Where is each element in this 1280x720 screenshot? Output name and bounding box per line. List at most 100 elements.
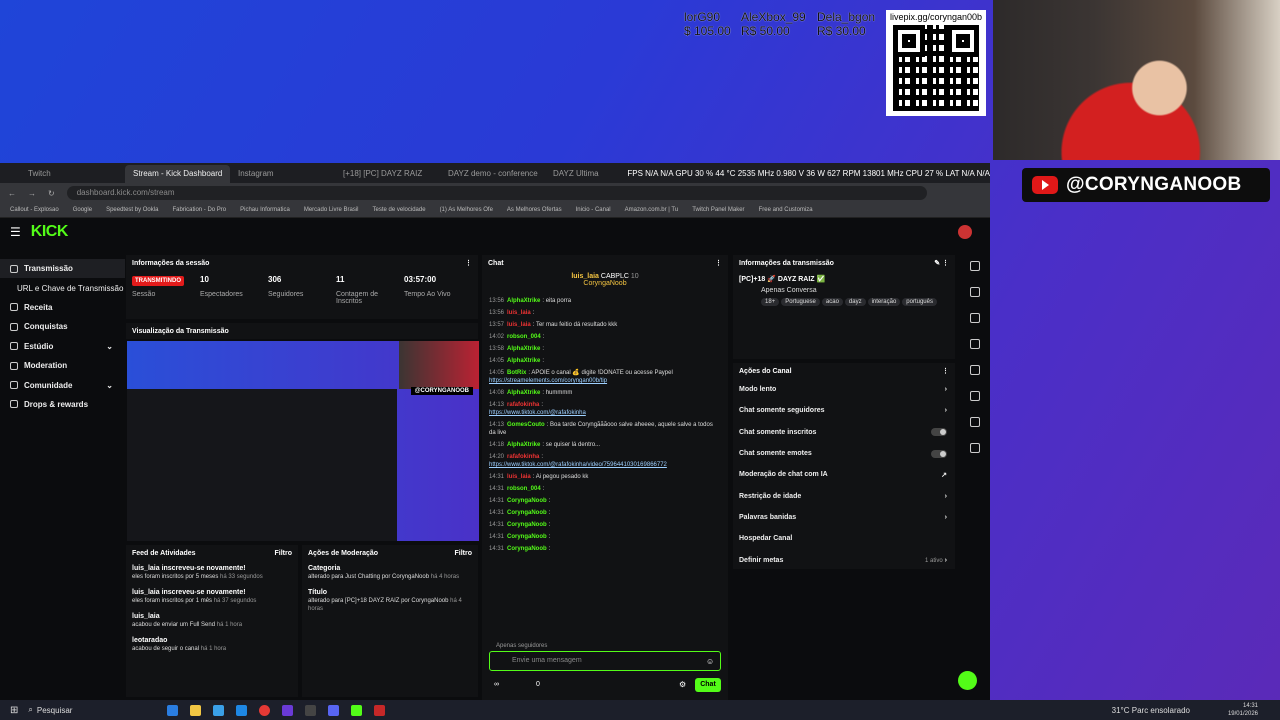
bookmark[interactable]: Callout - Explosao [10,207,59,213]
bookmark[interactable]: Twitch Panel Maker [692,207,744,213]
app-icon[interactable] [350,704,362,716]
stream-preview[interactable]: @CORYNGANOOB [127,341,479,541]
chat-username[interactable]: CoryngaNoob [507,498,547,504]
clock-time[interactable]: 14:31 [1228,702,1258,710]
chat-username[interactable]: GomesCouto [507,422,545,428]
chat-username[interactable]: AlphaXtrike [507,390,540,396]
app-icon[interactable] [235,704,247,716]
bookmark[interactable]: As Melhores Ofertas [507,207,562,213]
bookmark[interactable]: Mercado Livre Brasil [304,207,359,213]
sidebar-item-moderation[interactable]: Moderation [0,356,125,375]
bookmark[interactable]: Pichau Informatica [240,207,290,213]
browser-tab[interactable]: [+18] [PC] DAYZ RAIZ [335,165,440,183]
bookmark[interactable]: Speedtest by Ookla [106,207,158,213]
action-goals[interactable]: Definir metas 1 ativo › [733,549,955,570]
bookmark[interactable]: Google [73,207,92,213]
clock-date[interactable]: 19/01/2026 [1228,710,1258,718]
windows-start-icon[interactable]: ⊞ [10,705,18,716]
menu-icon[interactable]: ☰ [10,225,21,239]
bookmark[interactable]: Free and Customiza [759,207,813,213]
pencil-icon[interactable] [970,287,980,297]
sidebar-item-conquistas[interactable]: Conquistas [0,317,125,336]
search-icon[interactable]: ⌕ [28,705,32,715]
bookmark[interactable]: Teste de velocidade [373,207,426,213]
chat-username[interactable]: CoryngaNoob [507,534,547,540]
chat-username[interactable]: BotRix [507,370,526,376]
tool-icon[interactable] [970,313,980,323]
users-icon[interactable]: ∞ [494,681,499,688]
chat-username[interactable]: CoryngaNoob [507,546,547,552]
tool-icon[interactable] [970,443,980,453]
browser-tab[interactable]: DAYZ demo - conference [440,165,545,183]
browser-tab[interactable]: Twitch [20,165,125,183]
kick-logo[interactable]: KICK [31,223,69,241]
reload-icon[interactable]: ↻ [48,189,55,198]
chat-link[interactable]: https://www.tiktok.com/@rafafokinha [489,409,721,417]
sidebar-item-comunidade[interactable]: Comunidade ⌄ [0,375,125,394]
action-followers-only[interactable]: Chat somente seguidores › [733,400,955,421]
url-field[interactable]: dashboard.kick.com/stream [66,186,927,200]
gear-icon[interactable]: ⚙ [679,680,686,689]
action-ai-moderation[interactable]: Moderação de chat com IA ↗ [733,464,955,485]
app-icon[interactable] [212,704,224,716]
bookmark[interactable]: Fabrication - Do Pro [172,207,226,213]
chat-username[interactable]: CoryngaNoob [507,522,547,528]
send-chat-button[interactable]: Chat [695,678,721,692]
chat-bubble-icon[interactable] [970,391,980,401]
action-age-restriction[interactable]: Restrição de idade › [733,485,955,506]
forward-icon[interactable]: → [28,189,36,198]
chat-username[interactable]: AlphaXtrike [507,346,540,352]
bookmark[interactable]: Inicio - Canal [576,207,611,213]
tool-icon[interactable] [970,417,980,427]
action-banned-words[interactable]: Palavras banidas › [733,507,955,528]
chat-username[interactable]: rafafokinha [507,402,539,408]
app-icon[interactable] [304,704,316,716]
chat-username[interactable]: luis_laia [507,474,531,480]
more-icon[interactable]: ⋮ [465,259,472,267]
chat-link[interactable]: https://streamelements.com/coryngan00b/t… [489,377,721,385]
chat-link[interactable]: https://www.tiktok.com/@rafafokinha/vide… [489,461,721,469]
chat-username[interactable]: robson_004 [507,486,541,492]
browser-tab[interactable]: Instagram [230,165,335,183]
avatar[interactable] [958,225,972,239]
sidebar-item-drops[interactable]: Drops & rewards [0,395,125,414]
browser-tab-active[interactable]: Stream - Kick Dashboard [125,165,230,183]
chat-username[interactable]: AlphaXtrike [507,298,540,304]
filter-button[interactable]: Filtro [275,550,293,557]
bookmark[interactable]: Amazon.com.br | Tu [625,207,679,213]
more-icon[interactable]: ⋮ [715,259,722,267]
toggle-switch[interactable] [931,449,947,458]
sidebar-item-transmissao[interactable]: Transmissão [0,259,125,279]
action-slow-mode[interactable]: Modo lento › [733,379,955,400]
help-icon[interactable] [958,671,977,690]
chat-username[interactable]: CoryngaNoob [507,510,547,516]
sidebar-item-stream-key[interactable]: URL e Chave de Transmissão [0,278,125,297]
sidebar-item-receita[interactable]: Receita [0,298,125,317]
sidebar-item-estudio[interactable]: Estúdio ⌄ [0,337,125,356]
chrome-icon[interactable] [258,704,270,716]
bookmark[interactable]: (1) As Melhores Ofe [440,207,493,213]
edit-icon[interactable]: ✎ ⋮ [934,259,949,267]
back-icon[interactable]: ← [8,189,16,198]
info-icon[interactable] [970,261,980,271]
chat-username[interactable]: luis_laia [507,322,531,328]
toggle-switch[interactable] [931,428,947,437]
weather-widget[interactable]: 31°C Parc ensolarado [1112,706,1190,715]
chat-username[interactable]: AlphaXtrike [507,358,540,364]
action-host-channel[interactable]: Hospedar Canal [733,528,955,549]
chat-input[interactable]: Envie uma mensagem [489,651,721,671]
chat-username[interactable]: AlphaXtrike [507,442,540,448]
action-emotes-only[interactable]: Chat somente emotes [733,443,955,464]
app-icon[interactable] [189,704,201,716]
app-icon[interactable] [166,704,178,716]
tool-icon[interactable] [970,339,980,349]
filter-button[interactable]: Filtro [455,550,473,557]
tool-icon[interactable] [970,365,980,375]
app-icon[interactable] [373,704,385,716]
chat-username[interactable]: luis_laia [507,310,531,316]
more-icon[interactable]: ⋮ [942,367,949,375]
chat-username[interactable]: rafafokinha [507,454,539,460]
taskbar-search[interactable]: Pesquisar [37,706,127,715]
emoji-icon[interactable]: ☺ [706,657,714,666]
action-subs-only[interactable]: Chat somente inscritos [733,422,955,443]
